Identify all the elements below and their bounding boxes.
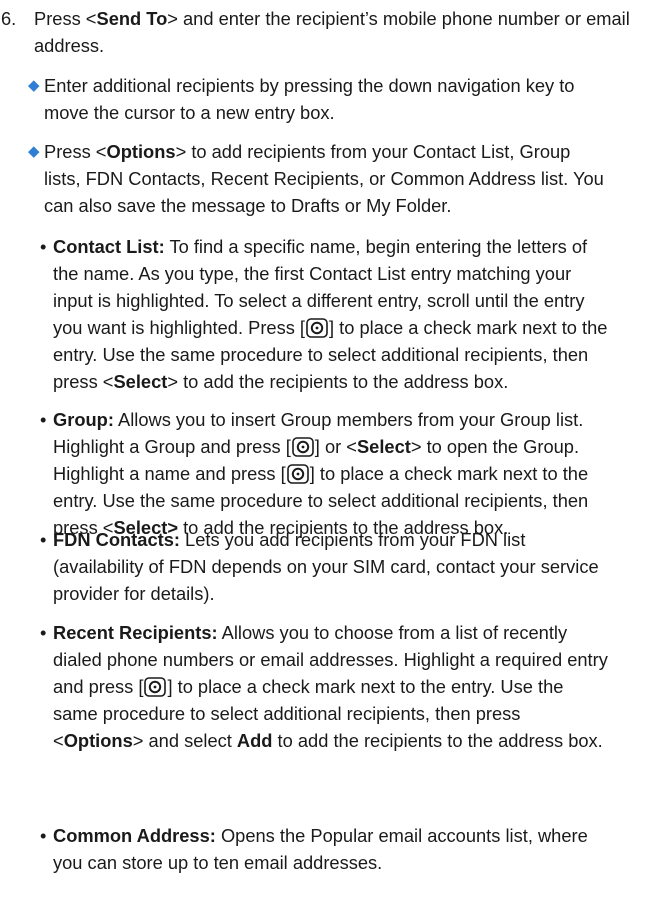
bullet-dot-icon: • — [40, 622, 47, 643]
bullet-dot-icon: • — [40, 529, 47, 550]
center-select-key-icon — [291, 437, 314, 457]
bullet-fdn-contacts: • FDN Contacts: Lets you add recipients … — [40, 526, 613, 607]
center-select-key-icon — [286, 464, 309, 484]
bullet-dot-icon: • — [40, 825, 47, 846]
center-select-key-icon — [306, 318, 328, 338]
diamond-item-options: ◆ Press <Options> to add recipients from… — [28, 138, 604, 219]
step-6: 6. Press <Send To> and enter the recipie… — [1, 5, 634, 59]
bullet-group: • Group: Allows you to insert Group memb… — [40, 406, 613, 541]
bullet-common-address: • Common Address: Opens the Popular emai… — [40, 822, 613, 876]
bullet-contact-list: • Contact List: To find a specific name,… — [40, 233, 613, 395]
diamond-item-additional-recipients: ◆ Enter additional recipients by pressin… — [28, 72, 604, 126]
bullet-dot-icon: • — [40, 236, 47, 257]
diamond-bullet-icon: ◆ — [28, 77, 40, 94]
diamond-bullet-icon: ◆ — [28, 143, 40, 160]
center-select-key-icon — [144, 677, 167, 697]
send-to-softkey: Send To — [96, 8, 168, 29]
step-number: 6. — [1, 8, 17, 29]
bullet-dot-icon: • — [40, 409, 47, 430]
bullet-recent-recipients: • Recent Recipients: Allows you to choos… — [40, 619, 613, 754]
